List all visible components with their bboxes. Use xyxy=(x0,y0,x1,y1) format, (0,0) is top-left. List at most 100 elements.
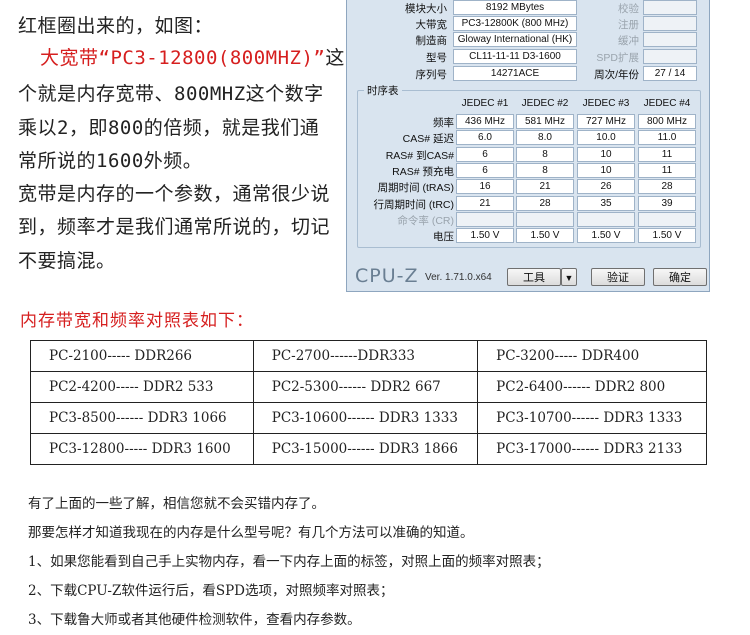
part-number-field: CL11-11-11 D3-1600 xyxy=(453,49,577,64)
table-cell: PC3-10700------ DDR3 1333 xyxy=(477,402,707,434)
serial-label: 序列号 xyxy=(415,69,448,81)
bandwidth-field: PC3-12800K (800 MHz) xyxy=(453,16,577,31)
table-row: PC2-4200----- DDR2 533 PC2-5300------ DDR… xyxy=(30,371,707,403)
version-label: Ver. 1.71.0.x64 xyxy=(425,272,492,283)
timing-cell: 436 MHz xyxy=(456,114,514,129)
tools-button[interactable]: 工具 xyxy=(507,268,561,286)
cpuz-footer: CPU-Z Ver. 1.71.0.x64 工具 ▼ 验证 确定 xyxy=(347,262,709,290)
timing-cell: 1.50 V xyxy=(638,228,696,244)
comparison-title: 内存带宽和频率对照表如下： xyxy=(20,311,254,331)
bandwidth-term: 大宽带 xyxy=(40,47,99,69)
module-size-field: 8192 MBytes xyxy=(453,0,577,15)
table-row: PC3-8500------ DDR3 1066 PC3-10600------ … xyxy=(30,402,707,434)
table-cell: PC3-17000------ DDR3 2133 xyxy=(477,433,707,465)
spd-ext-field xyxy=(643,49,697,64)
table-cell: PC3-12800----- DDR3 1600 xyxy=(30,433,254,465)
serial-field: 14271ACE xyxy=(453,66,577,81)
note-line: 1、如果您能看到自己手上实物内存，看一下内存上面的标签，对照上面的频率对照表； xyxy=(28,554,550,570)
register-field xyxy=(643,16,697,31)
note-line: 2、下载CPU-Z软件运行后，看SPD选项，对照频率对照表； xyxy=(28,583,394,599)
timings-group: 时序表 JEDEC #1 JEDEC #2 JEDEC #3 JEDEC #4 … xyxy=(357,83,701,248)
timing-cell: 21 xyxy=(456,195,514,211)
timing-cell: 35 xyxy=(577,195,635,211)
timing-row-label: 频率 xyxy=(433,117,454,129)
timing-cell: 581 MHz xyxy=(516,114,574,129)
timing-cell: 10.0 xyxy=(577,130,635,146)
timing-cell: 11.0 xyxy=(638,130,696,146)
timing-cell: 21 xyxy=(516,179,574,195)
timing-row-label: RAS# 预充电 xyxy=(392,165,454,178)
timing-row-label: 命令率 (CR) xyxy=(397,214,454,227)
manufacturer-label: 制造商 xyxy=(415,35,448,47)
validate-button[interactable]: 验证 xyxy=(591,268,645,286)
bandwidth-label: 大带宽 xyxy=(415,19,448,31)
timing-cell: 11 xyxy=(638,146,696,162)
table-cell: PC3-15000------ DDR3 1866 xyxy=(252,433,479,465)
week-year-label: 周次/年份 xyxy=(594,69,639,81)
timing-cell: 26 xyxy=(577,179,635,195)
cpuz-logo: CPU-Z xyxy=(355,265,419,287)
timing-cell xyxy=(516,211,574,227)
part-number-label: 型号 xyxy=(426,52,447,64)
timing-cell: 800 MHz xyxy=(638,114,696,129)
timing-row-label: CAS# 延迟 xyxy=(402,133,454,146)
intro-line: 乘以2，即800的倍频，就是我们通 xyxy=(18,117,320,139)
table-row: PC3-12800----- DDR3 1600 PC3-15000------ … xyxy=(30,433,707,465)
note-line: 有了上面的一些了解，相信您就不会买错内存了。 xyxy=(28,496,325,512)
register-label: 注册 xyxy=(618,19,639,31)
timing-cell: 10 xyxy=(577,146,635,162)
intro-line: 红框圈出来的，如图： xyxy=(18,15,214,37)
note-line: 那要怎样才知道我现在的内存是什么型号呢？有几个方法可以准确的知道。 xyxy=(28,525,474,541)
timing-cell xyxy=(456,211,514,227)
timing-cell: 6 xyxy=(456,162,514,178)
timing-header: JEDEC #1 xyxy=(461,98,509,109)
intro-line: 不要搞混。 xyxy=(18,250,116,272)
intro-line: 到，频率才是我们通常所说的，切记 xyxy=(18,216,331,238)
timing-cell: 6 xyxy=(456,146,514,162)
timing-cell: 39 xyxy=(638,195,696,211)
intro-line: 个就是内存宽带、800MHZ这个数字 xyxy=(18,83,324,105)
check-field xyxy=(643,0,697,15)
table-cell: PC2-6400------ DDR2 800 xyxy=(477,371,707,403)
spd-ext-label: SPD扩展 xyxy=(596,52,639,64)
note-line: 3、下载鲁大师或者其他硬件检测软件，查看内存参数。 xyxy=(28,612,361,628)
ok-button[interactable]: 确定 xyxy=(653,268,707,286)
timing-cell: 8.0 xyxy=(516,130,574,146)
timing-cell: 10 xyxy=(577,162,635,178)
notes-paragraph: 有了上面的一些了解，相信您就不会买错内存了。 那要怎样才知道我现在的内存是什么型… xyxy=(28,490,550,635)
buffer-field xyxy=(643,32,697,47)
table-cell: PC-2100----- DDR266 xyxy=(30,340,254,372)
check-label: 校验 xyxy=(618,3,639,15)
timing-cell: 28 xyxy=(638,179,696,195)
intro-line-tail: 这 xyxy=(325,47,345,69)
timing-cell xyxy=(638,211,696,227)
intro-line: 宽带是内存的一个参数，通常很少说 xyxy=(18,183,331,205)
timing-cell: 1.50 V xyxy=(516,228,574,244)
timing-row-label: 电压 xyxy=(433,231,454,244)
timings-title: 时序表 xyxy=(364,83,402,98)
cpuz-window: 模块大小 8192 MBytes 校验 大带宽 PC3-12800K (800 … xyxy=(346,0,710,292)
tools-dropdown-button[interactable]: ▼ xyxy=(561,268,577,286)
timing-cell xyxy=(577,211,635,227)
table-cell: PC2-5300------ DDR2 667 xyxy=(252,371,479,403)
timing-header: JEDEC #4 xyxy=(643,98,691,109)
timing-header: JEDEC #3 xyxy=(582,98,630,109)
timing-cell: 8 xyxy=(516,146,574,162)
table-cell: PC-2700------DDR333 xyxy=(252,340,479,372)
table-cell: PC3-8500------ DDR3 1066 xyxy=(30,402,254,434)
week-year-field: 27 / 14 xyxy=(643,66,697,81)
bandwidth-frequency-table: PC-2100----- DDR266 PC-2700------DDR333 PC… xyxy=(30,340,707,465)
timing-row-label: 周期时间 (tRAS) xyxy=(377,182,454,195)
table-cell: PC2-4200----- DDR2 533 xyxy=(30,371,254,403)
timing-cell: 11 xyxy=(638,162,696,178)
intro-highlight-line: 大宽带“PC3-12800(800MHZ)”这 xyxy=(40,46,345,70)
table-cell: PC3-10600------ DDR3 1333 xyxy=(252,402,479,434)
table-row: PC-2100----- DDR266 PC-2700------DDR333 PC… xyxy=(30,340,707,372)
buffer-label: 缓冲 xyxy=(618,35,639,47)
timing-cell: 727 MHz xyxy=(577,114,635,129)
timing-cell: 16 xyxy=(456,179,514,195)
table-cell: PC-3200----- DDR400 xyxy=(477,340,707,372)
timing-cell: 6.0 xyxy=(456,130,514,146)
timing-row-label: RAS# 到CAS# xyxy=(385,149,454,162)
bandwidth-value: “PC3-12800(800MHZ)” xyxy=(98,47,326,69)
